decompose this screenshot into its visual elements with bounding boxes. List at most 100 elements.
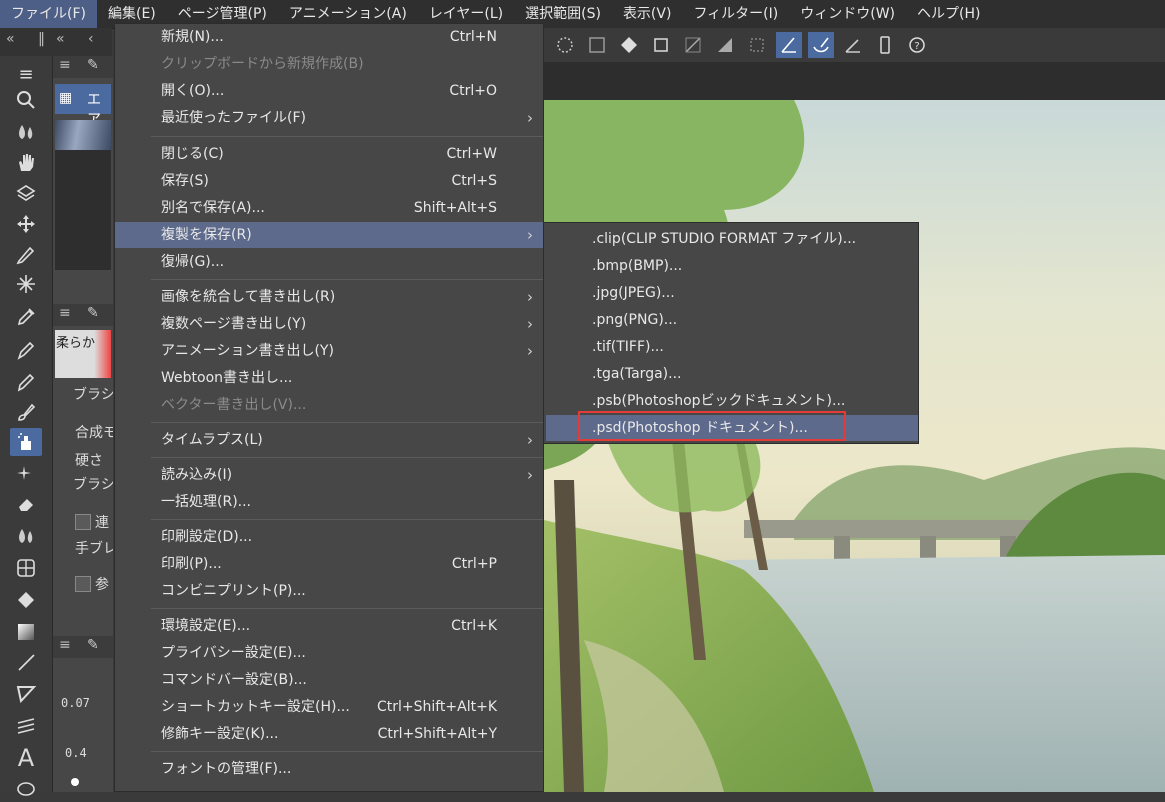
menu-item-convenience-print[interactable]: コンビニプリント(P)... [115, 578, 543, 604]
snap-ruler-icon[interactable] [776, 32, 802, 58]
property-brush-size: ブラシ [73, 387, 113, 403]
menu-item-export-animation[interactable]: アニメーション書き出し(Y) › [115, 338, 543, 364]
brush-preview[interactable] [55, 180, 111, 210]
highlight-annotation-box [578, 411, 846, 441]
canvas-tab-bar [544, 62, 1165, 100]
snap-special-ruler-icon[interactable] [808, 32, 834, 58]
submenu-item-jpg[interactable]: .jpg(JPEG)... [546, 280, 918, 306]
menu-item-shortcut-settings[interactable]: ショートカットキー設定(H)... Ctrl+Shift+Alt+K [115, 694, 543, 720]
grip-icon[interactable]: ‖ [38, 31, 45, 47]
pencil-icon[interactable] [10, 368, 42, 396]
menu-item-timelapse[interactable]: タイムラプス(L) › [115, 427, 543, 453]
menu-item-export-single[interactable]: 画像を統合して書き出し(R) › [115, 284, 543, 310]
brush-size-value[interactable]: 0.4 [65, 746, 113, 760]
clear-outside-icon[interactable] [712, 32, 738, 58]
chevron-right-icon: › [527, 431, 533, 449]
chevron-left-icon[interactable]: ‹ [88, 31, 94, 47]
fill-icon[interactable] [10, 586, 42, 614]
crop-icon[interactable] [744, 32, 770, 58]
submenu-item-tif[interactable]: .tif(TIFF)... [546, 334, 918, 360]
brush-preview[interactable] [55, 210, 111, 240]
hand-icon[interactable] [10, 148, 42, 176]
chevron-right-icon: › [527, 342, 533, 360]
deselect-icon[interactable] [584, 32, 610, 58]
balloon-icon[interactable] [10, 774, 42, 802]
smartphone-icon[interactable] [872, 32, 898, 58]
move-icon[interactable] [10, 210, 42, 238]
checkbox[interactable] [75, 514, 91, 530]
menu-separator [151, 279, 543, 280]
search-icon[interactable] [10, 86, 42, 114]
fill-icon[interactable] [616, 32, 642, 58]
menu-item-batch[interactable]: 一括処理(R)... [115, 489, 543, 515]
brush-size-header: ≡ ✎ [53, 636, 113, 658]
snap-grid-icon[interactable] [840, 32, 866, 58]
menu-item-recent-files[interactable]: 最近使ったファイル(F) › [115, 105, 543, 131]
menu-item-modifier-settings[interactable]: 修飾キー設定(K)... Ctrl+Shift+Alt+Y [115, 721, 543, 747]
menu-filter[interactable]: フィルター(I) [682, 0, 789, 28]
submenu-item-bmp[interactable]: .bmp(BMP)... [546, 253, 918, 279]
decoration-icon[interactable] [10, 460, 42, 488]
menu-item-privacy[interactable]: プライバシー設定(E)... [115, 640, 543, 666]
text-icon[interactable]: A [10, 744, 42, 772]
menu-icon[interactable]: ≡ [59, 305, 71, 321]
menu-view[interactable]: 表示(V) [612, 0, 683, 28]
menu-item-save[interactable]: 保存(S) Ctrl+S [115, 168, 543, 194]
sparkle-icon[interactable] [10, 270, 42, 298]
lasso-pen-icon[interactable] [10, 240, 42, 268]
blend-icon[interactable] [10, 118, 42, 146]
clear-icon[interactable] [680, 32, 706, 58]
menu-item-print-settings[interactable]: 印刷設定(D)... [115, 524, 543, 550]
menu-item-export-pages[interactable]: 複数ページ書き出し(Y) › [115, 311, 543, 337]
blend-tool-icon[interactable] [10, 522, 42, 550]
menu-icon[interactable]: ≡ [10, 60, 42, 88]
brush-preview[interactable] [55, 150, 111, 180]
menu-item-preferences[interactable]: 環境設定(E)... Ctrl+K [115, 613, 543, 639]
wrench-icon[interactable]: ✎ [87, 305, 99, 321]
gradient-icon[interactable] [10, 618, 42, 646]
menu-item-revert[interactable]: 復帰(G)... [115, 249, 543, 275]
help-icon[interactable]: ? [904, 32, 930, 58]
menu-window[interactable]: ウィンドウ(W) [789, 0, 906, 28]
menu-item-close[interactable]: 閉じる(C) Ctrl+W [115, 141, 543, 167]
menu-icon[interactable]: ≡ [59, 57, 71, 73]
menu-file[interactable]: ファイル(F) [0, 0, 97, 28]
ruler-icon[interactable] [10, 712, 42, 740]
menu-item-font-manager[interactable]: フォントの管理(F)... [115, 756, 543, 782]
airbrush-icon[interactable] [10, 428, 42, 456]
collapse-icon[interactable]: « [56, 31, 65, 47]
menu-icon[interactable]: ≡ [59, 637, 71, 653]
frame-icon[interactable] [10, 680, 42, 708]
brush-size-dot[interactable] [71, 778, 79, 786]
menu-item-import[interactable]: 読み込み(I) › [115, 462, 543, 488]
submenu-item-png[interactable]: .png(PNG)... [546, 307, 918, 333]
collapse-icon[interactable]: « [6, 31, 15, 47]
brush-size-value[interactable]: 0.07 [61, 696, 113, 710]
menu-help[interactable]: ヘルプ(H) [906, 0, 991, 28]
menu-item-command-bar-settings[interactable]: コマンドバー設定(B)... [115, 667, 543, 693]
brush-preview-selected[interactable] [55, 120, 111, 150]
brush-size-icon[interactable]: ✎ [87, 637, 99, 653]
brush-tab-icon[interactable]: ✎ [87, 57, 99, 73]
preset-group[interactable]: ▦ エア [55, 84, 111, 128]
submenu-item-clip[interactable]: .clip(CLIP STUDIO FORMAT ファイル)... [546, 226, 918, 252]
menu-item-save-copy[interactable]: 複製を保存(R) › [115, 222, 543, 248]
select-all-icon[interactable] [552, 32, 578, 58]
brush-preview[interactable] [55, 240, 111, 270]
menu-item-export-webtoon[interactable]: Webtoon書き出し... [115, 365, 543, 391]
layer-select-icon[interactable] [10, 180, 42, 208]
menu-item-new[interactable]: 新規(N)... Ctrl+N [115, 24, 543, 50]
eraser-icon[interactable] [10, 490, 42, 518]
menu-item-save-as[interactable]: 別名で保存(A)... Shift+Alt+S [115, 195, 543, 221]
brush-icon[interactable] [10, 398, 42, 426]
eyedropper-icon[interactable] [10, 302, 42, 330]
menu-item-print[interactable]: 印刷(P)... Ctrl+P [115, 551, 543, 577]
grid-icon[interactable] [10, 554, 42, 582]
submenu-item-tga[interactable]: .tga(Targa)... [546, 361, 918, 387]
pen-icon[interactable] [10, 336, 42, 364]
menu-item-open[interactable]: 開く(O)... Ctrl+O [115, 78, 543, 104]
canvas-artwork[interactable] [544, 100, 1165, 792]
line-icon[interactable] [10, 648, 42, 676]
checkbox[interactable] [75, 576, 91, 592]
transform-icon[interactable] [648, 32, 674, 58]
